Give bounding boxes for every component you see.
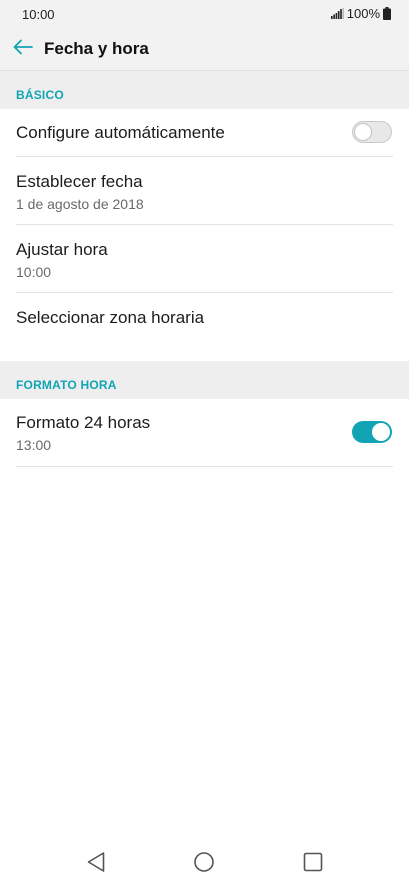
format-24h-toggle[interactable]: [352, 421, 392, 443]
triangle-back-icon: [86, 851, 106, 878]
row-set-date[interactable]: Establecer fecha 1 de agosto de 2018: [0, 157, 409, 225]
nav-back-button[interactable]: [84, 851, 108, 878]
row-format-24h[interactable]: Formato 24 horas 13:00: [0, 399, 409, 467]
format-24h-label: Formato 24 horas: [16, 413, 151, 432]
set-date-label: Establecer fecha: [16, 172, 143, 191]
row-auto-config[interactable]: Configure automáticamente: [0, 109, 409, 157]
battery-icon: [383, 7, 391, 20]
timezone-label: Seleccionar zona horaria: [16, 308, 205, 327]
battery-percent: 100%: [346, 6, 380, 21]
row-set-time[interactable]: Ajustar hora 10:00: [0, 225, 409, 293]
set-time-label: Ajustar hora: [16, 240, 108, 259]
set-time-value: 10:00: [16, 264, 52, 280]
section-label-basic: BÁSICO: [16, 88, 64, 102]
square-recents-icon: [303, 852, 323, 877]
row-timezone[interactable]: Seleccionar zona horaria: [0, 293, 409, 361]
nav-home-button[interactable]: [192, 851, 216, 878]
section-label-time-format: FORMATO HORA: [16, 378, 117, 392]
section-header-basic: BÁSICO: [0, 71, 409, 109]
toggle-knob: [354, 123, 372, 141]
auto-config-label: Configure automáticamente: [16, 123, 225, 142]
page-title: Fecha y hora: [44, 39, 149, 58]
circle-home-icon: [193, 851, 215, 878]
signal-icon: [330, 8, 344, 19]
divider: [16, 466, 393, 467]
arrow-left-icon: [13, 39, 33, 60]
auto-config-toggle[interactable]: [352, 121, 392, 143]
back-button[interactable]: [8, 34, 38, 64]
status-indicators: 100%: [330, 6, 391, 21]
section-header-time-format: FORMATO HORA: [0, 361, 409, 399]
status-time: 10:00: [22, 7, 55, 22]
set-date-value: 1 de agosto de 2018: [16, 196, 144, 212]
app-bar: Fecha y hora: [0, 28, 409, 71]
status-bar: 10:00 100%: [0, 0, 409, 28]
nav-recents-button[interactable]: [301, 852, 325, 876]
nav-bar: [0, 840, 409, 888]
toggle-knob: [372, 423, 390, 441]
format-24h-value: 13:00: [16, 437, 52, 453]
screen: 10:00 100% Fecha y hora BÁSICO Configure…: [0, 0, 409, 888]
